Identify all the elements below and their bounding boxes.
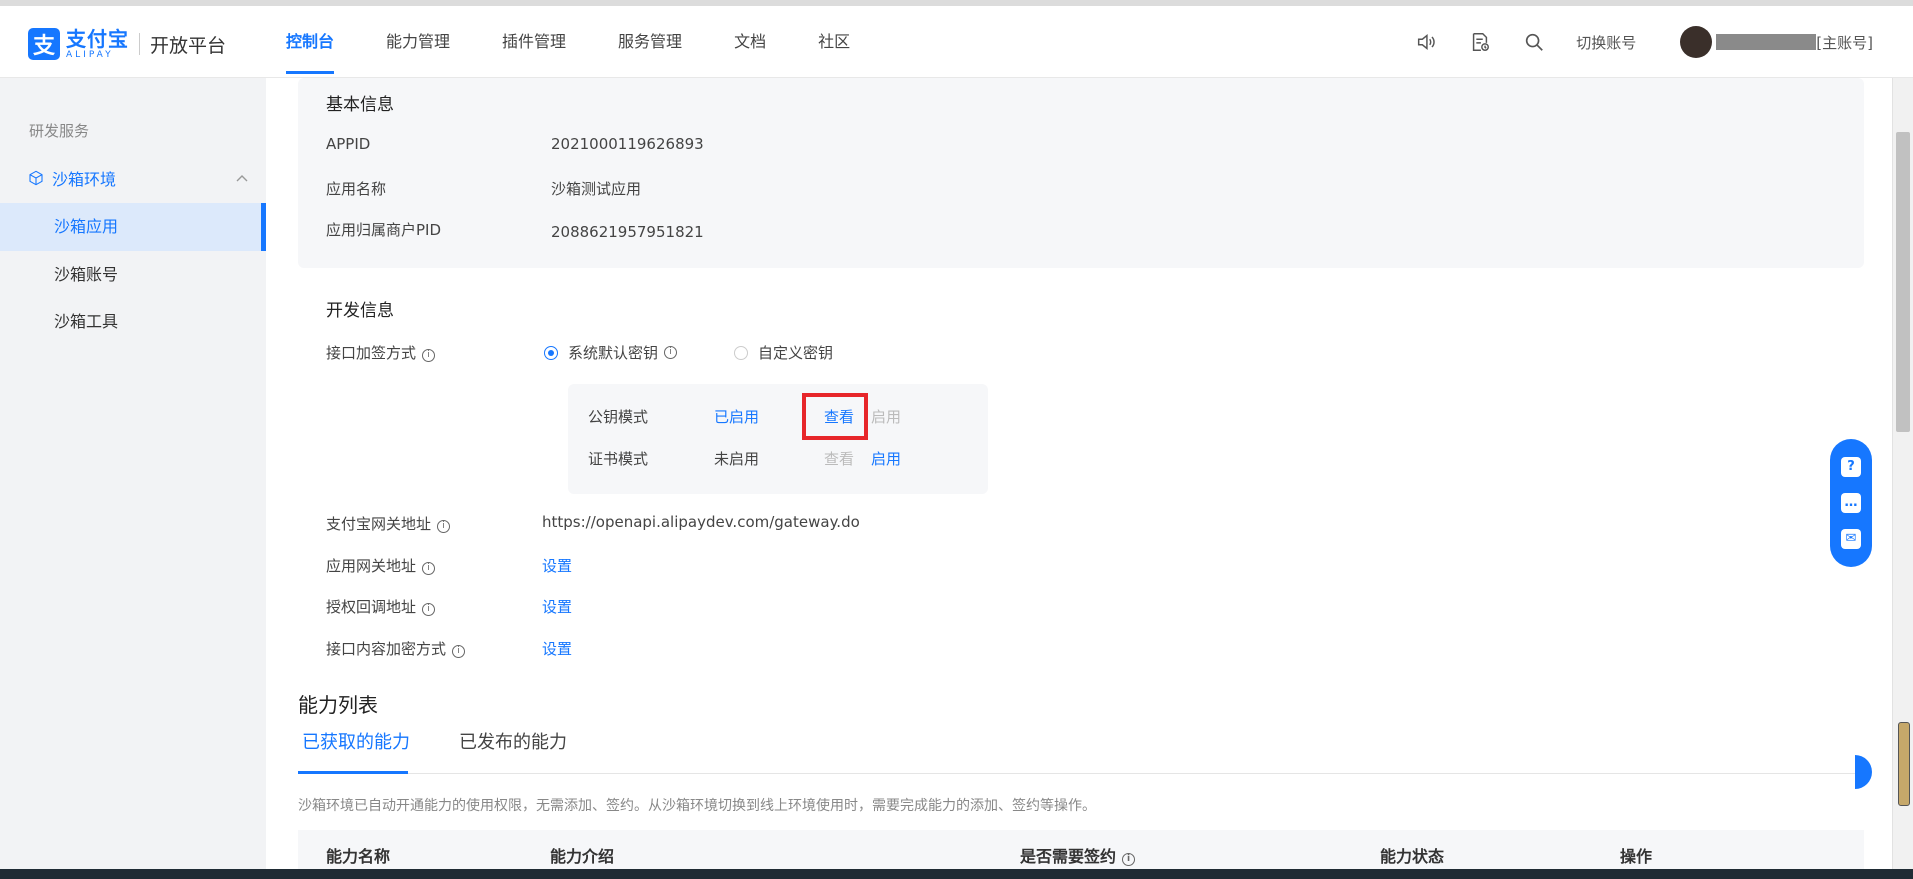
switch-account-link[interactable]: 切换账号 <box>1576 32 1636 53</box>
basic-info-title: 基本信息 <box>326 95 394 115</box>
info-icon[interactable]: i <box>437 520 451 533</box>
app-gateway-label: 应用网关地址 i <box>326 555 436 576</box>
appid-value: 2021000119626893 <box>551 135 704 153</box>
highlight-box <box>802 393 868 440</box>
help-question-icon[interactable]: ? <box>1841 457 1861 477</box>
info-icon[interactable]: i <box>422 562 436 575</box>
col-need-sign: 是否需要签约 i <box>1020 843 1136 867</box>
user-menu[interactable]: [主账号] <box>1680 26 1873 58</box>
key-mode-panel: 公钥模式 已启用 查看 启用 证书模式 未启用 查看 启用 <box>568 384 988 494</box>
col-ability-name: 能力名称 <box>326 847 391 866</box>
nav-community[interactable]: 社区 <box>818 6 850 78</box>
sidebar-group-title: 研发服务 <box>29 122 90 140</box>
chat-icon[interactable]: … <box>1841 493 1861 513</box>
floating-help-bar: ? … ✉ <box>1830 439 1872 567</box>
platform-title: 开放平台 <box>150 34 227 57</box>
alipay-gateway-value: https://openapi.alipaydev.com/gateway.do <box>542 513 860 531</box>
info-icon[interactable]: i <box>1122 853 1136 866</box>
scrollbar-thumb[interactable] <box>1896 132 1910 432</box>
pubkey-enable-button: 启用 <box>871 408 902 426</box>
col-ability-status: 能力状态 <box>1380 847 1445 866</box>
app-name-label: 应用名称 <box>326 180 387 198</box>
os-taskbar <box>0 869 1913 879</box>
logo-divider <box>139 33 140 55</box>
cert-mode-label: 证书模式 <box>588 450 649 468</box>
document-clock-icon[interactable] <box>1468 30 1492 54</box>
appid-label: APPID <box>326 135 371 153</box>
encrypt-method-label: 接口内容加密方式 i <box>326 638 466 659</box>
merchant-pid-label: 应用归属商户PID <box>326 221 442 239</box>
cube-icon <box>28 170 44 186</box>
avatar <box>1680 26 1713 58</box>
info-icon[interactable]: i <box>452 645 466 658</box>
tab-divider <box>298 773 1858 774</box>
sidebar-item-sandbox-account[interactable]: 沙箱账号 <box>0 251 266 299</box>
nav-ability-management[interactable]: 能力管理 <box>386 6 450 78</box>
auth-callback-set-link[interactable]: 设置 <box>542 596 572 617</box>
info-icon[interactable]: i <box>664 346 678 359</box>
account-type-label: [主账号] <box>1816 33 1873 52</box>
user-name-redacted <box>1716 34 1817 50</box>
col-actions: 操作 <box>1620 847 1653 866</box>
abilities-title: 能力列表 <box>298 693 378 717</box>
merchant-pid-value: 2088621957951821 <box>551 223 704 241</box>
dev-info-title: 开发信息 <box>326 301 394 321</box>
sidebar-item-sandbox-env[interactable]: 沙箱环境 <box>28 166 248 190</box>
sandbox-note: 沙箱环境已自动开通能力的使用权限，无需添加、签约。从沙箱环境切换到线上环境使用时… <box>298 798 1096 814</box>
nav-service-management[interactable]: 服务管理 <box>618 6 682 78</box>
logo-en: ALIPAY <box>66 49 114 60</box>
encrypt-set-link[interactable]: 设置 <box>542 638 572 659</box>
active-tab-indicator <box>298 771 408 774</box>
app-name-value: 沙箱测试应用 <box>551 180 642 198</box>
search-icon[interactable] <box>1522 30 1546 54</box>
basic-info-card <box>298 78 1864 268</box>
sign-method-label: 接口加签方式 i <box>326 342 436 363</box>
sidebar-parent-label: 沙箱环境 <box>52 170 117 189</box>
main-nav: 控制台 能力管理 插件管理 服务管理 文档 社区 <box>286 6 902 78</box>
pubkey-mode-label: 公钥模式 <box>588 408 649 426</box>
cert-view-button: 查看 <box>824 450 855 468</box>
speaker-icon[interactable] <box>1414 30 1438 54</box>
sidebar-item-sandbox-tools[interactable]: 沙箱工具 <box>0 298 266 346</box>
radio-unchecked-icon <box>734 345 748 360</box>
nav-console[interactable]: 控制台 <box>286 6 335 78</box>
tab-published-abilities[interactable]: 已发布的能力 <box>459 728 567 754</box>
info-icon[interactable]: i <box>422 603 436 616</box>
chevron-up-icon <box>236 171 248 186</box>
radio-checked-icon <box>544 345 558 360</box>
sidebar-item-sandbox-app[interactable]: 沙箱应用 <box>0 203 266 251</box>
alipay-logo-icon: 支 <box>28 28 60 60</box>
pubkey-status: 已启用 <box>714 408 760 426</box>
cert-enable-button[interactable]: 启用 <box>871 448 901 469</box>
auth-callback-label: 授权回调地址 i <box>326 596 436 617</box>
main-content: 基本信息 APPID 2021000119626893 应用名称 沙箱测试应用 … <box>266 78 1893 879</box>
tab-obtained-abilities[interactable]: 已获取的能力 <box>302 728 410 754</box>
info-icon[interactable]: i <box>422 349 436 362</box>
app-gateway-set-link[interactable]: 设置 <box>542 555 572 576</box>
alipay-gateway-label: 支付宝网关地址 i <box>326 513 451 534</box>
sidebar: 研发服务 沙箱环境 沙箱应用 沙箱账号 沙箱工具 <box>0 78 266 879</box>
feedback-mail-icon[interactable]: ✉ <box>1841 529 1861 549</box>
top-bar: 支 支付宝 ALIPAY 开放平台 控制台 能力管理 插件管理 服务管理 文档 … <box>0 0 1913 78</box>
radio-default-key[interactable]: 系统默认密钥 i <box>544 342 678 363</box>
nav-docs[interactable]: 文档 <box>734 6 766 78</box>
alipay-logo[interactable]: 支 支付宝 ALIPAY 开放平台 <box>28 28 226 60</box>
radio-custom-key[interactable]: 自定义密钥 <box>734 342 833 363</box>
col-ability-desc: 能力介绍 <box>550 847 615 866</box>
header-actions: 切换账号 [主账号] <box>1384 6 1873 78</box>
logo-cn: 支付宝 <box>66 26 129 51</box>
nav-plugin-management[interactable]: 插件管理 <box>502 6 566 78</box>
scroll-handle[interactable] <box>1898 722 1910 806</box>
cert-status: 未启用 <box>714 450 760 468</box>
